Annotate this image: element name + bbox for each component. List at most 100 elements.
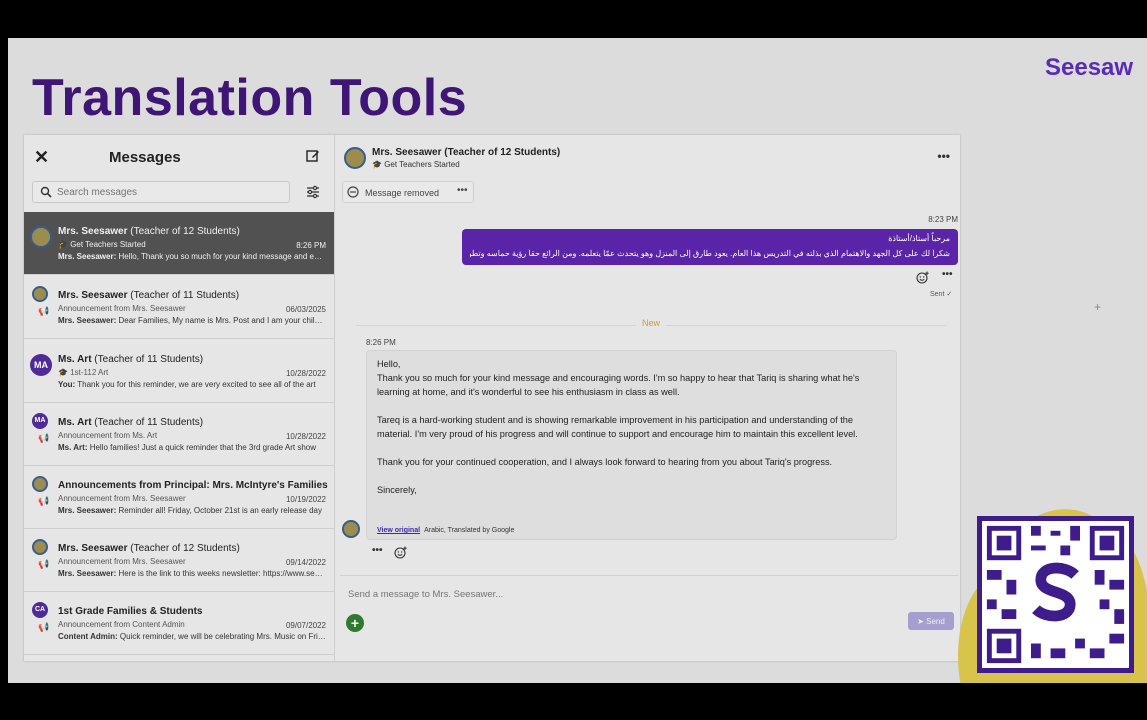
preview-sender: Ms. Art: [58,443,88,452]
translation-note: Arabic, Translated by Google [424,527,515,534]
send-icon: ➤ [917,616,927,626]
sent-status: Sent ✓ [930,291,953,298]
avatar [32,476,48,492]
preview-sender: Mrs. Seesawer: [58,506,117,515]
conversation-panel: Mrs. Seesawer (Teacher of 12 Students) 🎓… [336,135,960,661]
conversation-sub: Get Teachers Started [384,160,460,169]
add-attachment-button[interactable]: + [346,614,364,632]
megaphone-icon: 📢 [38,306,50,316]
thread-name-suffix: (Teacher of 11 Students) [91,354,204,365]
thread-name: Mrs. Seesawer [58,290,128,301]
search-box [32,181,290,203]
thread-preview: Thank you for this reminder, we are very… [75,380,316,389]
sent-message-line: مرحباً أستاذ/أستاذة [888,234,950,243]
search-icon [40,186,52,198]
thread-date: 10/28/2022 [285,432,326,441]
graduation-cap-icon: 🎓 [372,160,385,169]
thread-item[interactable]: 📢 Mrs. Seesawer (Teacher of 12 Students)… [24,529,334,592]
thread-date: 8:26 PM [296,241,326,250]
more-options-icon[interactable]: ••• [942,269,953,280]
thread-date: 10/19/2022 [285,495,326,504]
avatar [344,147,366,169]
thread-preview: Quick reminder, we will be celebrating M… [117,632,326,641]
message-paragraph: Tareq is a hard-working student and is s… [377,415,858,439]
avatar: CA [32,602,48,618]
thread-preview: Reminder all! Friday, October 21st is an… [116,506,322,515]
send-label: Send [926,616,945,626]
presentation-slide: Translation Tools Seesaw ✕ Messages Sear… [8,38,1147,683]
translation-footer: View original Arabic, Translated by Googl… [377,524,514,538]
messages-app: ✕ Messages Search messages Mrs. Seesawer… [24,135,960,661]
megaphone-icon: 📢 [38,559,50,569]
qr-code [977,516,1134,673]
preview-sender: Mrs. Seesawer: [58,252,117,261]
view-original-link[interactable]: View original [377,527,420,534]
received-message-bubble: Hello, Thank you so much for your kind m… [366,350,897,540]
thread-name-suffix: (Teacher of 11 Students) [91,417,204,428]
avatar [32,286,48,302]
thread-preview: Hello families! Just a quick reminder th… [87,443,317,452]
message-paragraph: Thank you so much for your kind message … [377,373,860,397]
preview-sender: Content Admin: [58,632,118,641]
thread-item[interactable]: CA 📢 1st Grade Families & Students Annou… [24,592,334,655]
thread-preview: Here is the link to this weeks newslette… [116,569,326,578]
thread-name: Ms. Art [58,417,92,428]
conversation-title: Mrs. Seesawer (Teacher of 12 Students) [372,147,561,158]
avatar [32,539,48,555]
thread-date: 09/07/2022 [285,621,326,630]
thread-date: 09/14/2022 [285,558,326,567]
thread-sub: Announcement from Mrs. Seesawer [58,304,186,313]
thread-sub: Announcement from Ms. Art [58,431,158,440]
thread-name: Ms. Art [58,354,92,365]
message-paragraph: Thank you for your continued cooperation… [377,457,833,467]
filter-icon[interactable] [306,185,320,199]
thread-name-suffix: (Teacher of 12 Students) [127,226,240,237]
thread-preview: Hello, Thank you so much for your kind m… [118,252,326,261]
preview-sender: You: [58,380,76,389]
megaphone-icon: 📢 [38,433,50,443]
add-reaction-icon[interactable] [916,271,929,284]
seesaw-logo: Seesaw [1045,54,1134,81]
compose-icon[interactable] [306,149,320,163]
avatar [30,226,52,248]
thread-item[interactable]: Mrs. Seesawer (Teacher of 12 Students) 🎓… [24,212,334,275]
thread-item[interactable]: 📢 Mrs. Seesawer (Teacher of 11 Students)… [24,276,334,339]
more-options-icon[interactable]: ••• [457,185,468,196]
messages-sidebar: ✕ Messages Search messages Mrs. Seesawer… [24,135,335,661]
megaphone-icon: 📢 [38,622,50,632]
thread-name: Mrs. Seesawer [58,226,128,237]
compose-area: + ➤ Send [340,575,958,659]
removed-message-text: Message removed [365,188,440,198]
message-input[interactable] [348,586,908,602]
thread-sub: Announcement from Mrs. Seesawer [58,557,186,566]
thread-name-suffix: (Teacher of 12 Students) [127,543,240,554]
thread-sub: Announcement from Mrs. Seesawer [58,494,186,503]
sent-message-bubble: مرحباً أستاذ/أستاذة شكراً لك على كل الجه… [462,229,958,265]
thread-name-suffix: (Teacher of 11 Students) [127,290,240,301]
graduation-cap-icon: 🎓 [58,240,71,249]
thread-sub: Announcement from Content Admin [58,620,185,629]
avatar: MA [30,354,52,376]
thread-date: 06/03/2025 [285,305,326,314]
thread-name: Announcements from Principal: Mrs. McInt… [58,480,328,491]
thread-item[interactable]: MA 📢 Ms. Art (Teacher of 11 Students) An… [24,403,334,466]
thread-item[interactable]: MA Ms. Art (Teacher of 11 Students) 🎓 1s… [24,340,334,403]
more-options-icon[interactable]: ••• [937,149,950,163]
thread-date: 10/28/2022 [285,369,326,378]
sent-message-line: شكراً لك على كل الجهد والاهتمام الذي بذل… [470,249,950,258]
more-options-icon[interactable]: ••• [372,545,383,556]
preview-sender: Mrs. Seesawer: [58,569,117,578]
slide-title: Translation Tools [32,69,468,127]
search-input[interactable] [57,182,285,202]
screen: Translation Tools Seesaw ✕ Messages Sear… [0,0,1147,720]
preview-sender: Mrs. Seesawer: [58,316,117,325]
thread-item[interactable]: 📢 Announcements from Principal: Mrs. McI… [24,466,334,529]
mouse-cursor: + [1094,300,1102,314]
thread-name: 1st Grade Families & Students [58,606,203,617]
close-icon[interactable]: ✕ [34,147,49,168]
message-time: 8:26 PM [366,338,396,347]
message-paragraph: Hello, [377,359,401,369]
add-reaction-icon[interactable] [394,546,407,559]
removed-message: Message removed ••• [342,181,474,203]
thread-name: Mrs. Seesawer [58,543,128,554]
